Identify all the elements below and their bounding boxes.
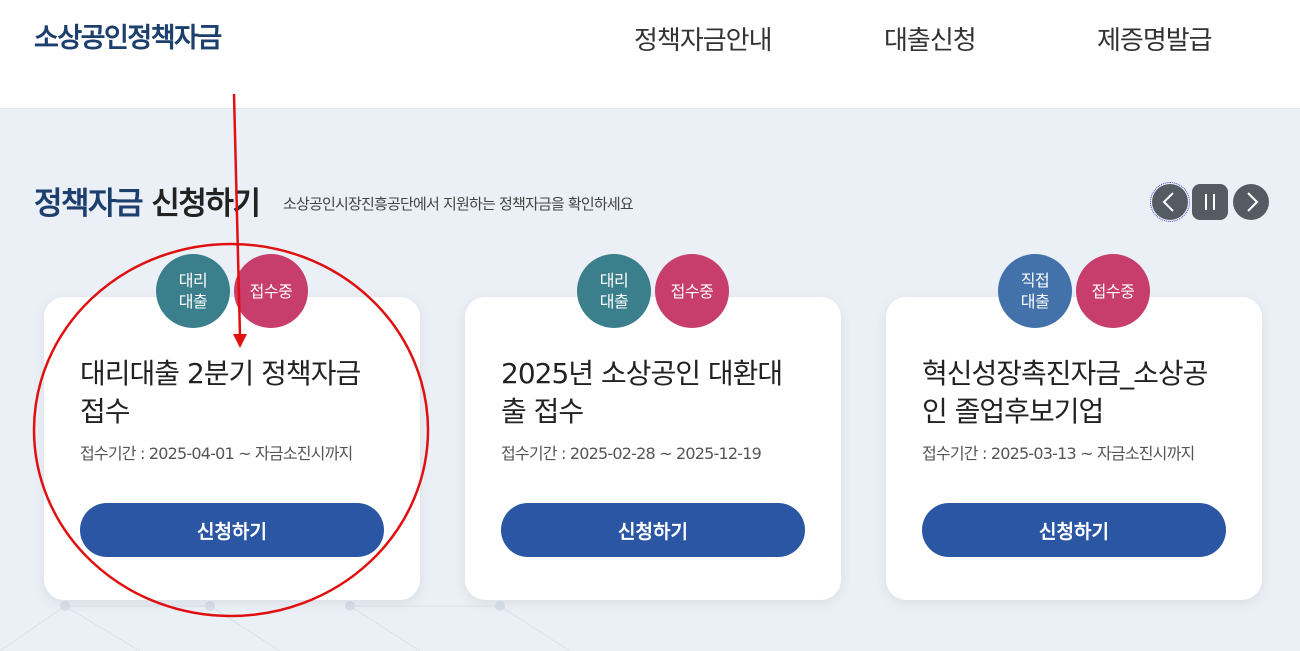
carousel-pause-button[interactable]	[1192, 184, 1228, 220]
section-subtitle: 소상공인시장진흥공단에서 지원하는 정책자금을 확인하세요	[283, 195, 634, 213]
carousel-next-button[interactable]	[1233, 184, 1269, 220]
badge-line: 대리	[178, 271, 208, 290]
section-title-highlight: 정책자금	[34, 186, 144, 222]
badge-line: 대출	[178, 292, 208, 311]
fund-card: 대리대출 2분기 정책자금 접수 접수기간 : 2025-04-01 ~ 자금소…	[44, 297, 420, 600]
card-title: 혁신성장촉진자금_소상공인 졸업후보기업	[922, 357, 1208, 428]
badge-line: 대출	[599, 292, 629, 311]
chevron-left-icon	[1162, 192, 1174, 212]
fund-card: 혁신성장촉진자금_소상공인 졸업후보기업 접수기간 : 2025-03-13 ~…	[886, 297, 1262, 600]
apply-button[interactable]: 신청하기	[501, 503, 805, 557]
badge-line: 직접	[1020, 271, 1050, 290]
fund-card: 2025년 소상공인 대환대출 접수 접수기간 : 2025-02-28 ~ 2…	[465, 297, 841, 600]
status-badge: 접수중	[1076, 254, 1150, 328]
pause-icon	[1205, 194, 1215, 210]
card-title: 2025년 소상공인 대환대출 접수	[501, 357, 783, 428]
badge-line: 대출	[1020, 292, 1050, 311]
carousel-prev-button[interactable]	[1150, 182, 1190, 222]
card-title: 대리대출 2분기 정책자금 접수	[80, 357, 361, 428]
apply-button[interactable]: 신청하기	[80, 503, 384, 557]
card-period: 접수기간 : 2025-02-28 ~ 2025-12-19	[501, 444, 762, 463]
loan-type-badge: 직접대출	[998, 254, 1072, 328]
apply-button[interactable]: 신청하기	[922, 503, 1226, 557]
badge-line: 대리	[599, 271, 629, 290]
nav-loan-application[interactable]: 대출신청	[884, 20, 977, 57]
section-title-rest: 신청하기	[142, 186, 261, 222]
background-network-decoration	[0, 601, 571, 651]
card-period: 접수기간 : 2025-04-01 ~ 자금소진시까지	[80, 444, 353, 463]
chevron-right-icon	[1247, 192, 1259, 212]
card-period: 접수기간 : 2025-03-13 ~ 자금소진시까지	[922, 444, 1195, 463]
nav-certificate-issuance[interactable]: 제증명발급	[1097, 20, 1213, 57]
loan-type-badge: 대리대출	[156, 254, 230, 328]
site-logo[interactable]: 소상공인정책자금	[34, 16, 222, 55]
loan-type-badge: 대리대출	[577, 254, 651, 328]
section-title: 정책자금 신청하기	[34, 178, 261, 223]
nav-policy-fund-info[interactable]: 정책자금안내	[634, 20, 773, 57]
site-header: 소상공인정책자금 정책자금안내 대출신청 제증명발급	[0, 0, 1300, 109]
status-badge: 접수중	[655, 254, 729, 328]
status-badge: 접수중	[234, 254, 308, 328]
